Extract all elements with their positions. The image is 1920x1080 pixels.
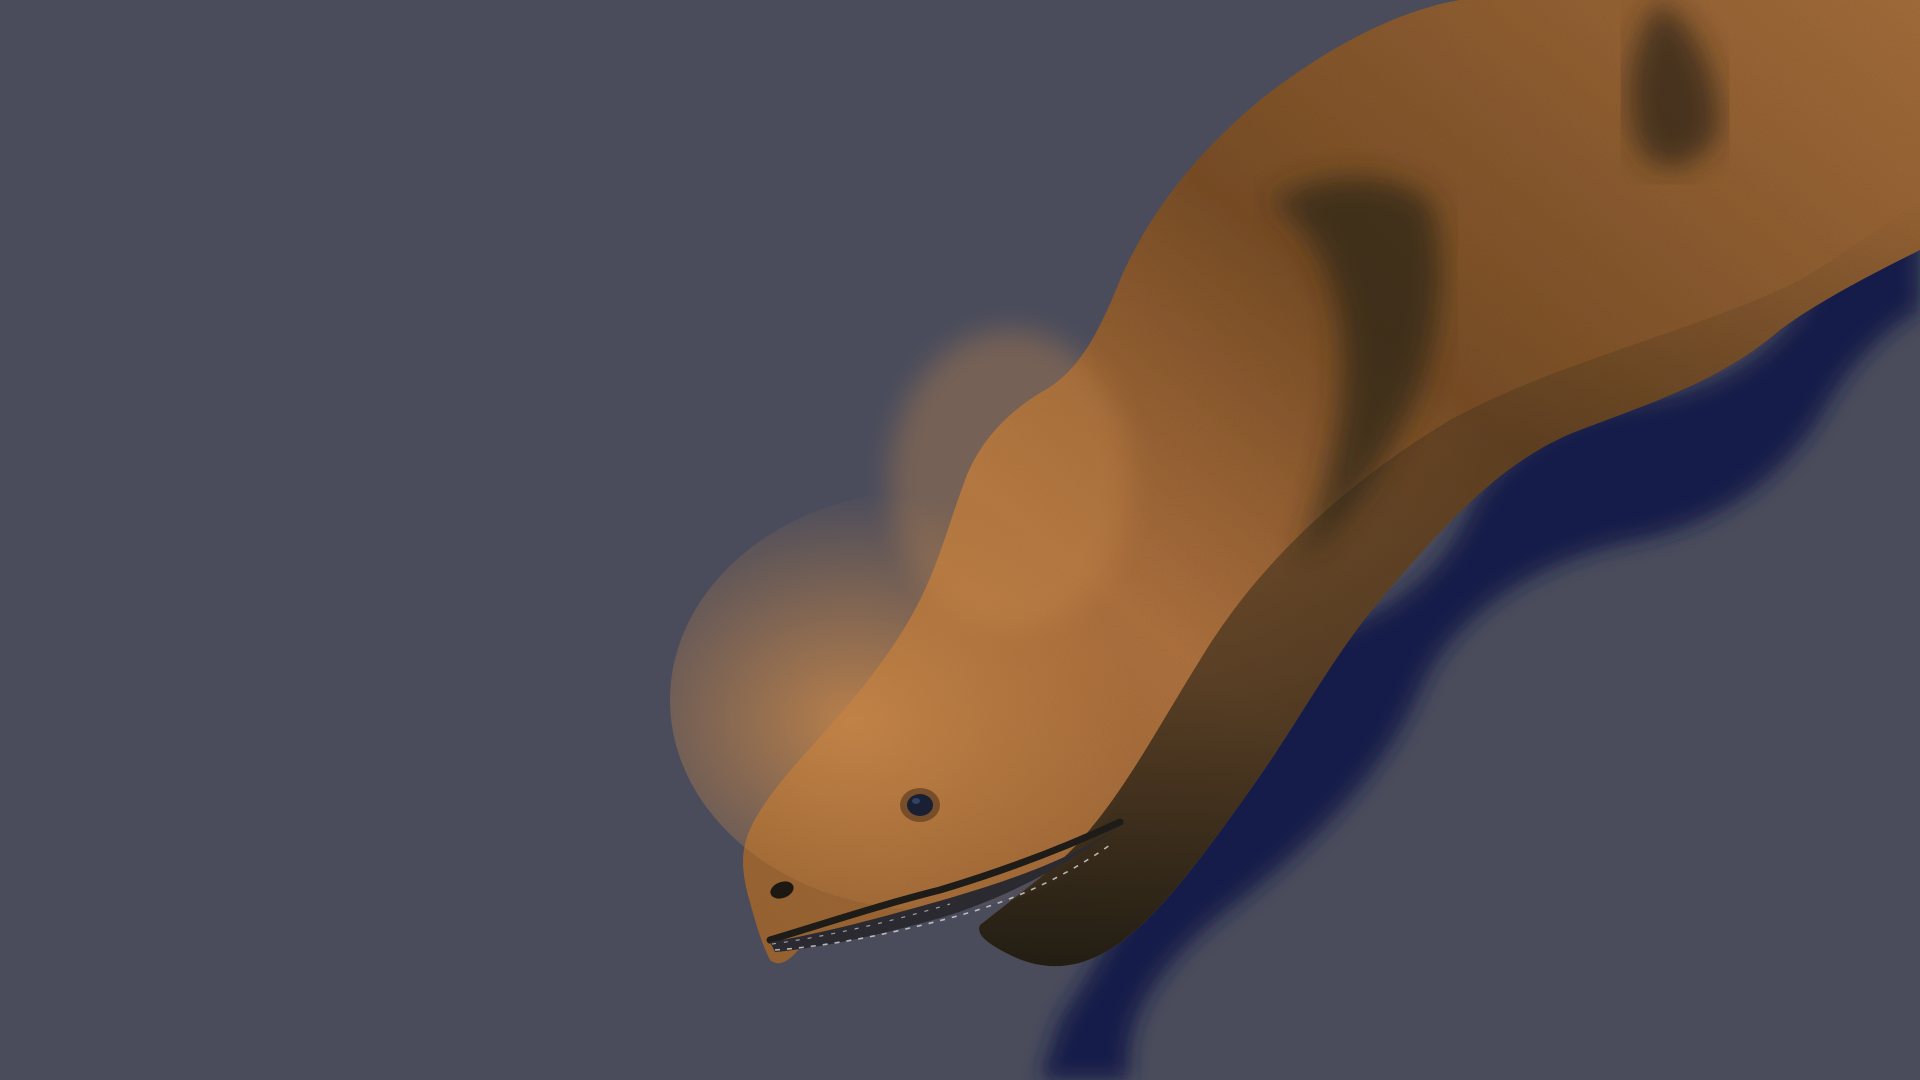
render-viewport bbox=[0, 0, 1920, 1080]
eye-icon bbox=[900, 788, 940, 822]
eel-render bbox=[0, 0, 1920, 1080]
